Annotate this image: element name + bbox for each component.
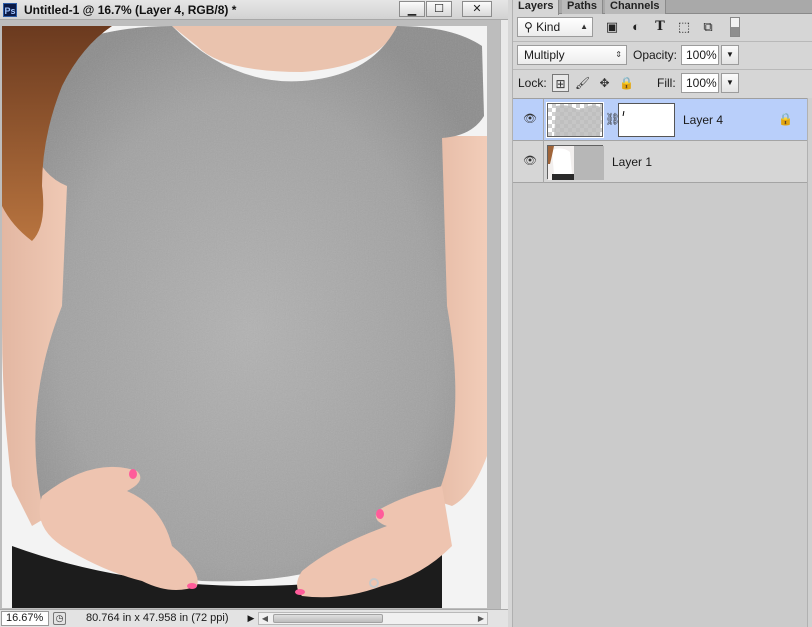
layer-row-layer-1[interactable]: 👁 Layer 1 (513, 141, 807, 183)
opacity-label: Opacity: (633, 48, 678, 62)
divider (513, 69, 812, 70)
chevron-down-icon: ▼ (726, 50, 734, 59)
fill-field[interactable]: 100% (681, 73, 719, 93)
lock-position-icon[interactable]: ✥ (596, 74, 613, 92)
status-menu-arrow-icon[interactable]: ▶ (245, 612, 257, 625)
tab-paths[interactable]: Paths (562, 0, 603, 14)
opacity-field[interactable]: 100% (681, 45, 719, 65)
filter-kind-dropdown[interactable]: ⚲ Kind ▲ (517, 17, 593, 37)
panel-tabs: Layers Paths Channels (513, 0, 812, 15)
horizontal-scrollbar[interactable]: ◀ ▶ (258, 612, 488, 625)
photoshop-logo-icon: Ps (3, 3, 17, 17)
adjustment-filter-icon[interactable]: ◐ (628, 19, 644, 35)
blend-mode-dropdown[interactable]: Multiply ⇕ (517, 45, 627, 65)
shape-filter-icon[interactable]: ⬚ (676, 19, 692, 35)
zoom-level-field[interactable]: 16.67% (1, 611, 49, 626)
eye-icon[interactable]: 👁 (523, 154, 537, 168)
filter-toggle-switch[interactable] (730, 17, 740, 37)
fill-dropdown-button[interactable]: ▼ (721, 73, 739, 93)
scroll-left-icon[interactable]: ◀ (259, 613, 271, 624)
photo-pregnant-woman-gray-shirt (2, 26, 487, 608)
blend-mode-value: Multiply (524, 48, 565, 62)
document-info-icon[interactable]: ◷ (53, 612, 66, 625)
document-title-bar[interactable]: Ps Untitled-1 @ 16.7% (Layer 4, RGB/8) *… (0, 0, 508, 20)
visibility-toggle[interactable]: 👁 (513, 99, 544, 141)
layer-thumbnail-shirt (554, 105, 602, 136)
layers-list: 👁 ⛓ Layer 4 🔒 👁 Layer 1 (513, 98, 812, 627)
layer-lock-icon: 🔒 (778, 112, 793, 126)
filter-kind-label: Kind (536, 20, 561, 34)
close-button[interactable]: ✕ (462, 1, 492, 17)
layer-row-layer-4[interactable]: 👁 ⛓ Layer 4 🔒 (513, 99, 807, 141)
lock-label: Lock: (518, 76, 547, 90)
layer-name[interactable]: Layer 1 (612, 155, 652, 169)
minimize-button[interactable]: ▁ (399, 1, 425, 17)
lock-image-icon[interactable]: 🖌 (574, 74, 591, 92)
layer-thumbnail-photo (548, 146, 604, 180)
opacity-dropdown-button[interactable]: ▼ (721, 45, 739, 65)
image-filter-icon[interactable]: ▣ (604, 19, 620, 35)
lock-transparent-icon[interactable]: ⊞ (552, 74, 569, 92)
close-icon: ✕ (472, 3, 482, 15)
type-filter-icon[interactable]: T (652, 19, 668, 35)
lock-all-icon[interactable]: 🔒 (618, 74, 635, 92)
document-size-info: 80.764 in x 47.958 in (72 ppi) (86, 612, 229, 624)
dropdown-arrows-icon: ⇕ (615, 50, 622, 59)
eye-icon[interactable]: 👁 (523, 112, 537, 126)
divider (513, 41, 812, 42)
layer-thumbnail[interactable] (547, 145, 604, 180)
vertical-scrollbar[interactable] (500, 20, 508, 609)
tab-channels[interactable]: Channels (605, 0, 666, 14)
panel-scrollbar[interactable] (807, 98, 812, 627)
scroll-right-icon[interactable]: ▶ (475, 613, 487, 624)
layer-mask-thumbnail[interactable] (618, 103, 675, 137)
fill-label: Fill: (657, 76, 676, 90)
smart-object-filter-icon[interactable]: ⧉ (700, 19, 716, 35)
visibility-toggle[interactable]: 👁 (513, 141, 544, 183)
document-title: Untitled-1 @ 16.7% (Layer 4, RGB/8) * (24, 3, 237, 17)
chevron-down-icon: ▼ (726, 78, 734, 87)
document-canvas-image[interactable] (2, 26, 487, 608)
layer-name[interactable]: Layer 4 (683, 113, 723, 127)
document-window: Ps Untitled-1 @ 16.7% (Layer 4, RGB/8) *… (0, 0, 508, 627)
tab-layers[interactable]: Layers (513, 0, 560, 15)
horizontal-scroll-thumb[interactable] (273, 614, 383, 623)
maximize-button[interactable]: ☐ (426, 1, 452, 17)
status-bar: 16.67% ◷ 80.764 in x 47.958 in (72 ppi) … (0, 609, 508, 627)
canvas-area[interactable] (0, 20, 500, 609)
maximize-icon: ☐ (434, 3, 444, 15)
search-icon: ⚲ (524, 20, 537, 34)
layers-panel: Layers Paths Channels ⚲ Kind ▲ ▣ ◐ T ⬚ ⧉… (512, 0, 812, 627)
minimize-icon: ▁ (407, 4, 417, 16)
layer-thumbnail[interactable] (546, 102, 604, 138)
dropdown-arrows-icon: ▲ (580, 22, 588, 31)
